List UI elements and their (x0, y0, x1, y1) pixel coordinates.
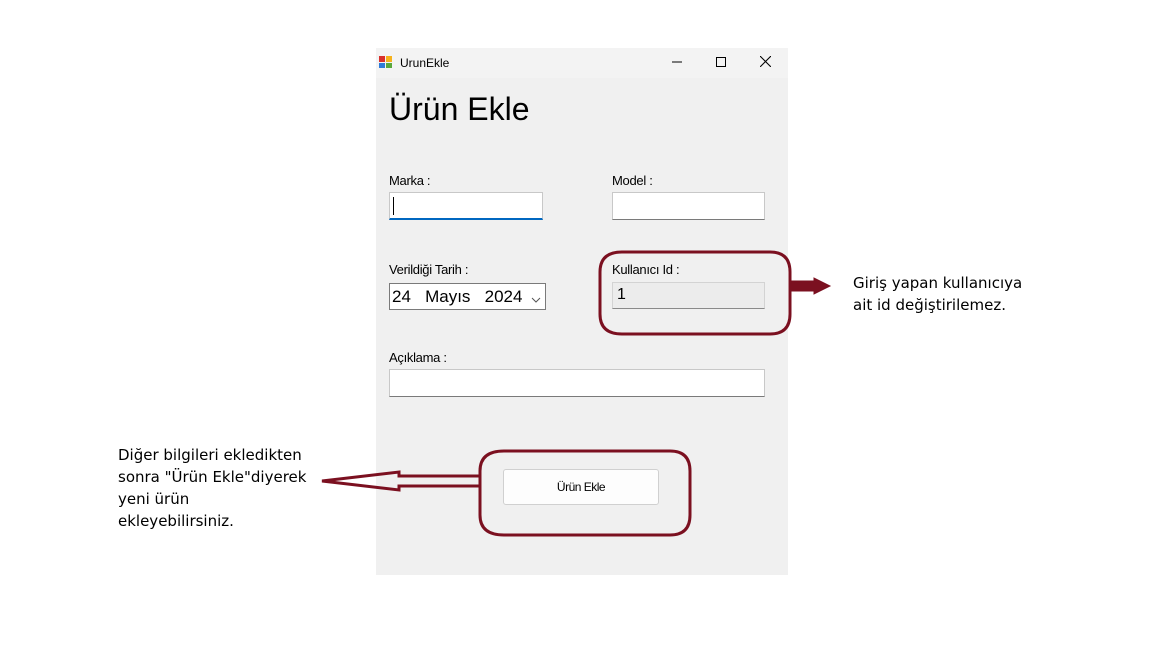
urun-ekle-button[interactable]: Ürün Ekle (503, 469, 659, 505)
chevron-down-icon[interactable] (531, 291, 541, 309)
kullanici-id-value: 1 (617, 286, 626, 303)
text-caret (393, 197, 394, 215)
marka-input[interactable] (389, 192, 543, 220)
kullanici-id-label: Kullanıcı Id : (612, 262, 680, 277)
minimize-button[interactable] (654, 48, 700, 78)
annotation-left-line-2: sonra "Ürün Ekle"diyerek (118, 468, 307, 486)
annotation-right-line-2: ait id değiştirilemez. (853, 296, 1006, 314)
minimize-icon (672, 54, 682, 72)
annotation-left-line-3: yeni ürün (118, 490, 190, 508)
annotation-left: Diğer bilgileri ekledikten sonra "Ürün E… (118, 444, 306, 532)
marka-label: Marka : (389, 173, 431, 188)
model-label: Model : (612, 173, 653, 188)
right-arrow (790, 277, 832, 295)
close-icon (759, 54, 771, 72)
tarih-label: Verildiği Tarih : (389, 262, 469, 277)
window-title: UrunEkle (400, 56, 450, 70)
date-picker[interactable]: 24 Mayıs 2024 (389, 283, 546, 310)
title-bar: UrunEkle (376, 48, 788, 78)
model-input[interactable] (612, 192, 765, 220)
annotation-left-line-1: Diğer bilgileri ekledikten (118, 446, 302, 464)
kullanici-id-field: 1 (612, 282, 765, 309)
aciklama-input[interactable] (389, 369, 765, 397)
maximize-icon (716, 54, 726, 72)
annotation-left-line-4: ekleyebilirsiniz. (118, 512, 234, 530)
date-value: 24 Mayıs 2024 (392, 287, 523, 306)
page-title: Ürün Ekle (389, 91, 530, 127)
annotation-right: Giriş yapan kullanıcıya ait id değiştiri… (853, 272, 1022, 316)
maximize-button[interactable] (698, 48, 744, 78)
app-icon (379, 55, 393, 69)
aciklama-label: Açıklama : (389, 350, 447, 365)
annotation-right-line-1: Giriş yapan kullanıcıya (853, 274, 1023, 292)
urun-ekle-window: UrunEkle Ürün Ekle Marka : Model : Veril… (376, 48, 788, 575)
close-button[interactable] (742, 48, 788, 78)
